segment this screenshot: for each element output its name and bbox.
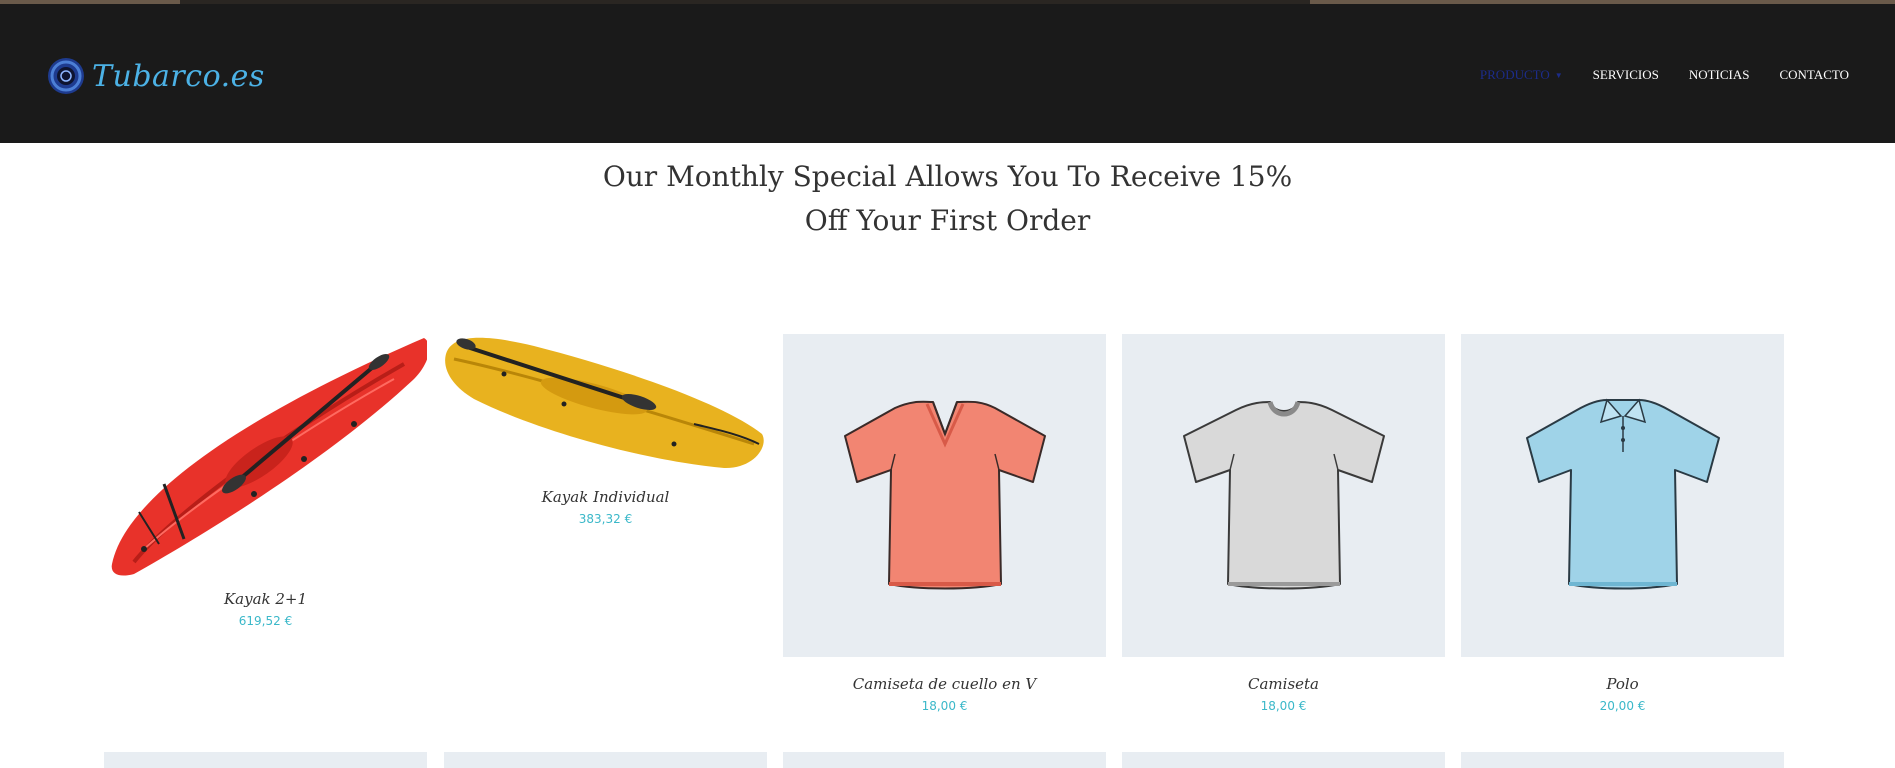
product-name[interactable]: Camiseta [1122, 675, 1445, 693]
product-image[interactable] [783, 752, 1106, 768]
site-header: Tubarco.es PRODUCTO ▼ SERVICIOS NOTICIAS… [0, 4, 1895, 143]
product-price: 20,00 € [1599, 699, 1646, 713]
product-image[interactable] [104, 752, 427, 768]
chevron-down-icon: ▼ [1554, 70, 1563, 80]
product-price: 383,32 € [578, 512, 633, 526]
logo-text: Tubarco.es [92, 58, 265, 94]
product-name[interactable]: Kayak Individual [444, 488, 767, 506]
promo-headline-line1: Our Monthly Special Allows You To Receiv… [602, 160, 1293, 193]
red-kayak-image [111, 338, 427, 576]
nav-item-label: CONTACTO [1779, 67, 1849, 82]
product-image[interactable] [104, 334, 427, 657]
product-price: 18,00 € [1260, 699, 1307, 713]
nav-item-servicios[interactable]: SERVICIOS [1593, 67, 1659, 83]
product-image[interactable] [1461, 334, 1784, 657]
product-price: 18,00 € [921, 699, 968, 713]
product-image[interactable] [1122, 752, 1445, 768]
product-image[interactable] [1122, 334, 1445, 657]
nav-item-noticias[interactable]: NOTICIAS [1689, 67, 1750, 83]
polo-shirt-image [1526, 398, 1720, 590]
product-image[interactable] [1461, 752, 1784, 768]
promo-headline: Our Monthly Special Allows You To Receiv… [0, 155, 1895, 243]
nav-item-producto[interactable]: PRODUCTO ▼ [1480, 67, 1563, 83]
nav-item-label: NOTICIAS [1688, 67, 1750, 82]
product-name[interactable]: Kayak 2+1 [104, 590, 427, 608]
nav-item-contacto[interactable]: CONTACTO [1779, 67, 1849, 83]
promo-headline-line2: Off Your First Order [804, 204, 1091, 237]
main-nav: PRODUCTO ▼ SERVICIOS NOTICIAS CONTACTO [1450, 67, 1849, 83]
product-image[interactable] [783, 334, 1106, 657]
nav-item-label: PRODUCTO [1479, 67, 1550, 82]
yellow-kayak-image [445, 337, 764, 469]
product-name[interactable]: Camiseta de cuello en V [783, 675, 1106, 693]
product-image[interactable] [444, 752, 767, 768]
product-name[interactable]: Polo [1461, 675, 1784, 693]
nav-item-label: SERVICIOS [1592, 67, 1659, 82]
tshirt-image [1183, 401, 1385, 590]
site-logo[interactable]: Tubarco.es [46, 54, 265, 98]
product-price: 619,52 € [238, 614, 293, 628]
logo-ring-icon [48, 58, 84, 94]
v-neck-shirt-image [844, 400, 1046, 590]
